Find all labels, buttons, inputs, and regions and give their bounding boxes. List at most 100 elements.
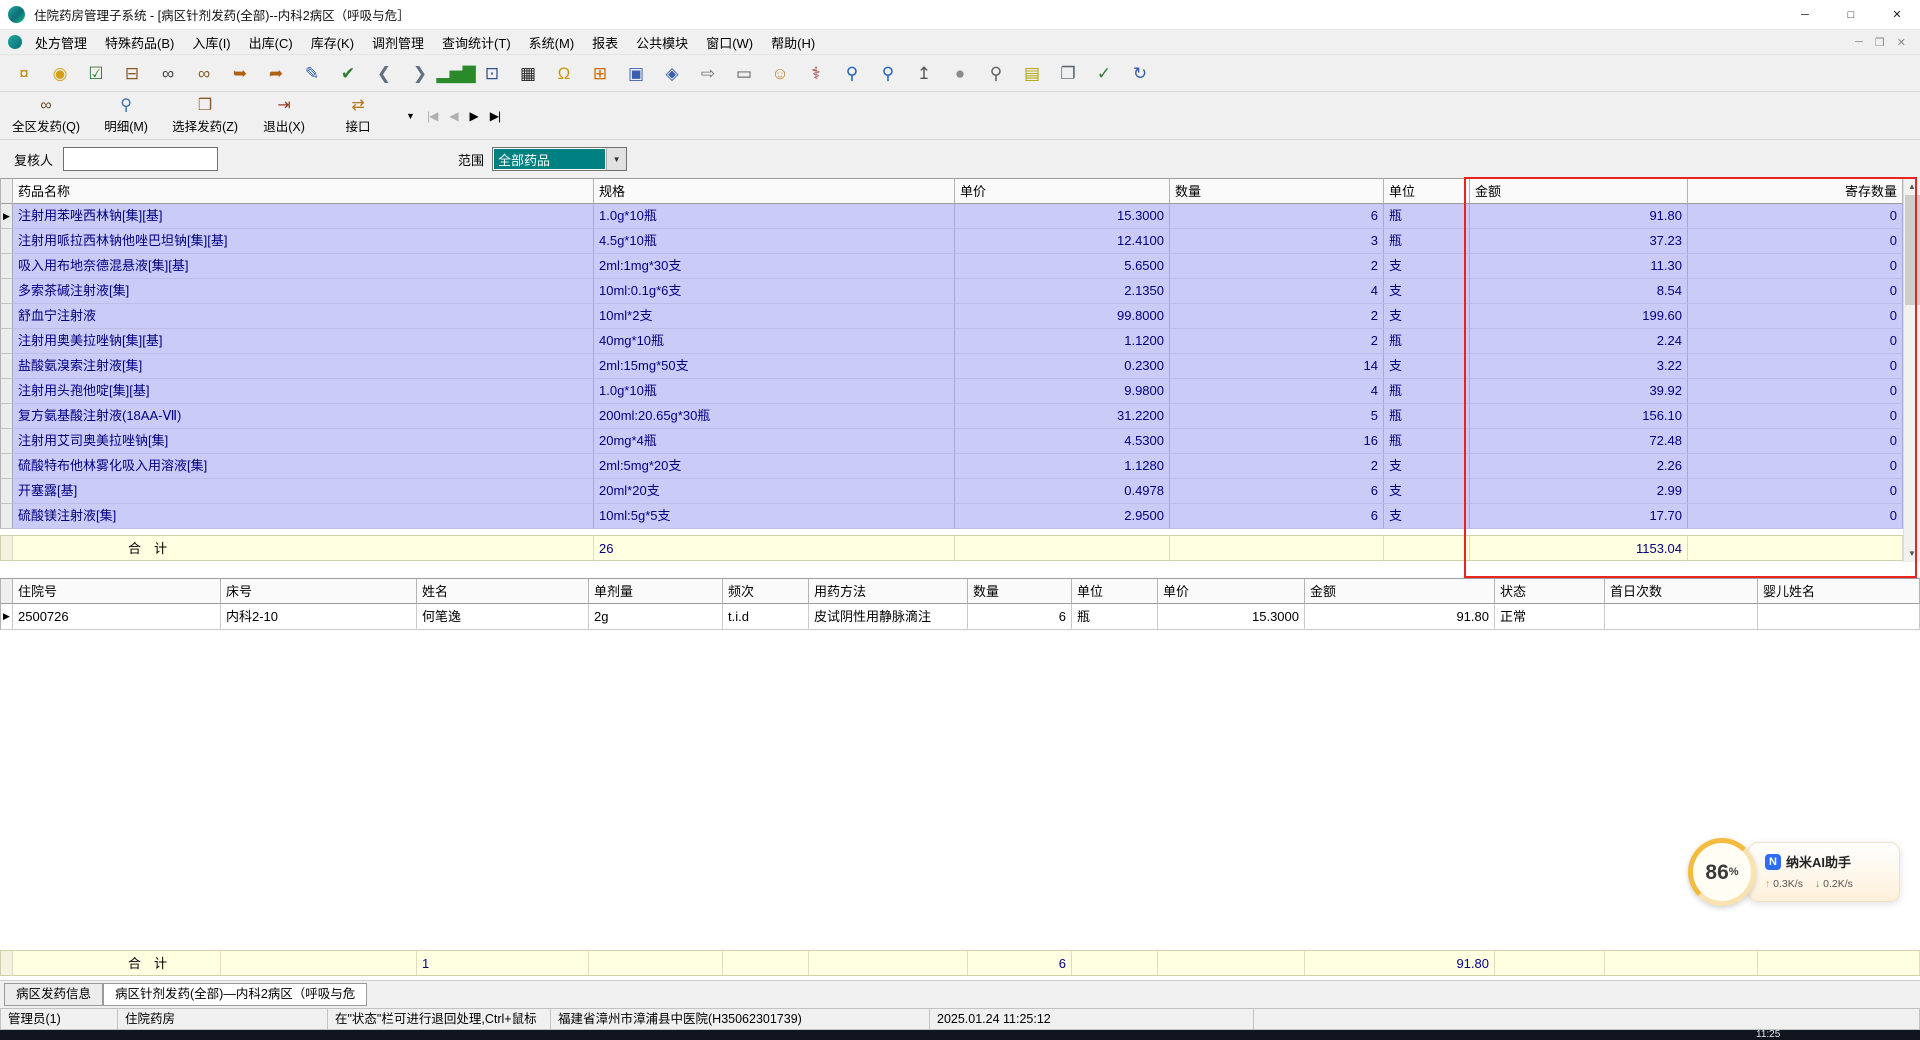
menu-item-5[interactable]: 库存(K) — [302, 30, 363, 54]
column-header[interactable]: 单位 — [1384, 178, 1470, 204]
cell[interactable]: 2.1350 — [955, 279, 1170, 304]
next-record-button[interactable]: ▶ — [470, 109, 478, 123]
cell[interactable]: 1.1200 — [955, 329, 1170, 354]
column-header[interactable]: 姓名 — [417, 578, 589, 604]
scroll-thumb[interactable] — [1905, 195, 1920, 305]
dropdown-arrow-icon[interactable]: ▼ — [406, 111, 415, 121]
cell[interactable]: 0 — [1688, 479, 1903, 504]
detail-button[interactable]: ⚲明细(M) — [98, 94, 154, 138]
cell[interactable]: 31.2200 — [955, 404, 1170, 429]
cell[interactable]: 2.24 — [1470, 329, 1688, 354]
scope-combobox[interactable]: 全部药品 ▼ — [492, 147, 627, 171]
menu-item-2[interactable]: 特殊药品(B) — [96, 30, 183, 54]
money-icon[interactable]: ¤ — [10, 59, 38, 87]
scroll-down-icon[interactable]: ▼ — [1904, 545, 1920, 562]
cell[interactable]: 吸入用布地奈德混悬液[集][基] — [13, 254, 594, 279]
sphere-icon[interactable]: ● — [946, 59, 974, 87]
cell[interactable]: 瓶 — [1384, 204, 1470, 229]
search-icon[interactable]: ⚲ — [838, 59, 866, 87]
cell[interactable]: 支 — [1384, 304, 1470, 329]
cell[interactable]: 0 — [1688, 504, 1903, 529]
menu-item-6[interactable]: 调剂管理 — [363, 30, 433, 54]
cell[interactable]: 0 — [1688, 254, 1903, 279]
cell[interactable]: 何笔逸 — [417, 604, 589, 630]
cell[interactable]: 支 — [1384, 504, 1470, 529]
cell[interactable]: 开塞露[基] — [13, 479, 594, 504]
last-record-button[interactable]: ▶| — [490, 109, 500, 123]
cell[interactable]: 20mg*4瓶 — [594, 429, 955, 454]
menu-item-10[interactable]: 公共模块 — [627, 30, 697, 54]
cell[interactable]: 16 — [1170, 429, 1384, 454]
column-header[interactable]: 金额 — [1305, 578, 1495, 604]
cell[interactable]: 舒血宁注射液 — [13, 304, 594, 329]
cell[interactable]: 156.10 — [1470, 404, 1688, 429]
column-header[interactable]: 规格 — [594, 178, 955, 204]
cell[interactable] — [1758, 604, 1920, 630]
cell[interactable]: 2ml:15mg*50支 — [594, 354, 955, 379]
cell[interactable]: 2 — [1170, 454, 1384, 479]
cell[interactable]: 91.80 — [1470, 204, 1688, 229]
folder-in-icon[interactable]: ➦ — [262, 59, 290, 87]
column-header[interactable]: 单位 — [1072, 578, 1158, 604]
menu-item-9[interactable]: 报表 — [583, 30, 627, 54]
cell[interactable]: 支 — [1384, 279, 1470, 304]
cell[interactable]: 硫酸镁注射液[集] — [13, 504, 594, 529]
cell[interactable]: 瓶 — [1384, 404, 1470, 429]
column-header[interactable]: 单价 — [955, 178, 1170, 204]
cell[interactable]: 0 — [1688, 329, 1903, 354]
cell[interactable]: 10ml:5g*5支 — [594, 504, 955, 529]
table-row[interactable]: 注射用哌拉西林钠他唑巴坦钠[集][基]4.5g*10瓶12.41003瓶37.2… — [0, 229, 1903, 254]
tab-ward-injection-dispense[interactable]: 病区针剂发药(全部)—内科2病区（呼吸与危 — [103, 983, 367, 1006]
package-search-icon[interactable]: ◈ — [658, 59, 686, 87]
column-header[interactable]: 婴儿姓名 — [1758, 578, 1920, 604]
cell[interactable]: 2 — [1170, 329, 1384, 354]
cell[interactable]: 0 — [1688, 354, 1903, 379]
table-row[interactable]: 注射用艾司奥美拉唑钠[集]20mg*4瓶4.530016瓶72.480 — [0, 429, 1903, 454]
cell[interactable]: 6 — [1170, 479, 1384, 504]
printer-icon[interactable]: ▭ — [730, 59, 758, 87]
column-header[interactable]: 床号 — [221, 578, 417, 604]
cell[interactable]: 瓶 — [1072, 604, 1158, 630]
minimize-button[interactable]: ─ — [1782, 0, 1828, 29]
cell[interactable]: 1.0g*10瓶 — [594, 204, 955, 229]
notes-icon[interactable]: ▤ — [1018, 59, 1046, 87]
table-row[interactable]: 舒血宁注射液10ml*2支99.80002支199.600 — [0, 304, 1903, 329]
column-header[interactable]: 数量 — [1170, 178, 1384, 204]
cell[interactable]: 支 — [1384, 354, 1470, 379]
menu-item-4[interactable]: 出库(C) — [240, 30, 302, 54]
package-icon[interactable]: ▣ — [622, 59, 650, 87]
column-header[interactable]: 首日次数 — [1605, 578, 1758, 604]
cell[interactable]: 2ml:1mg*30支 — [594, 254, 955, 279]
table-row[interactable]: 复方氨基酸注射液(18AA-Ⅶ)200ml:20.65g*30瓶31.22005… — [0, 404, 1903, 429]
cell[interactable]: 5 — [1170, 404, 1384, 429]
cell[interactable]: 0 — [1688, 304, 1903, 329]
select-dispense-button[interactable]: ❒选择发药(Z) — [172, 94, 238, 138]
table-row[interactable]: 开塞露[基]20ml*20支0.49786支2.990 — [0, 479, 1903, 504]
ai-assistant-card[interactable]: N 纳米AI助手 ↑ 0.3K/s ↓ 0.2K/s — [1748, 842, 1900, 902]
cell[interactable]: 4 — [1170, 379, 1384, 404]
copy-icon[interactable]: ❐ — [1054, 59, 1082, 87]
column-header[interactable]: 频次 — [723, 578, 809, 604]
cell[interactable]: 2.9500 — [955, 504, 1170, 529]
table-row[interactable]: 吸入用布地奈德混悬液[集][基]2ml:1mg*30支5.65002支11.30… — [0, 254, 1903, 279]
check-icon[interactable]: ✓ — [1090, 59, 1118, 87]
mdi-restore-button[interactable]: ❐ — [1875, 36, 1885, 49]
cell[interactable]: 正常 — [1495, 604, 1605, 630]
chart-icon[interactable]: ▂▅▇ — [442, 59, 470, 87]
cell[interactable]: 99.8000 — [955, 304, 1170, 329]
cell[interactable] — [1605, 604, 1758, 630]
binoculars-icon[interactable]: ∞ — [154, 59, 182, 87]
prev-record-button[interactable]: ◀ — [449, 109, 457, 123]
close-button[interactable]: ✕ — [1874, 0, 1920, 29]
scroll-up-icon[interactable]: ▲ — [1904, 178, 1920, 195]
table-row[interactable]: 硫酸特布他林雾化吸入用溶液[集]2ml:5mg*20支1.12802支2.260 — [0, 454, 1903, 479]
combo-dropdown-icon[interactable]: ▼ — [606, 148, 626, 170]
approve-doc-icon[interactable]: ☑ — [82, 59, 110, 87]
bell-icon[interactable]: Ω — [550, 59, 578, 87]
export-icon[interactable]: ↥ — [910, 59, 938, 87]
cell[interactable]: 支 — [1384, 454, 1470, 479]
cell[interactable]: 72.48 — [1470, 429, 1688, 454]
monitor-icon[interactable]: ⊡ — [478, 59, 506, 87]
cell[interactable]: 12.4100 — [955, 229, 1170, 254]
zoom-icon[interactable]: ⚲ — [874, 59, 902, 87]
